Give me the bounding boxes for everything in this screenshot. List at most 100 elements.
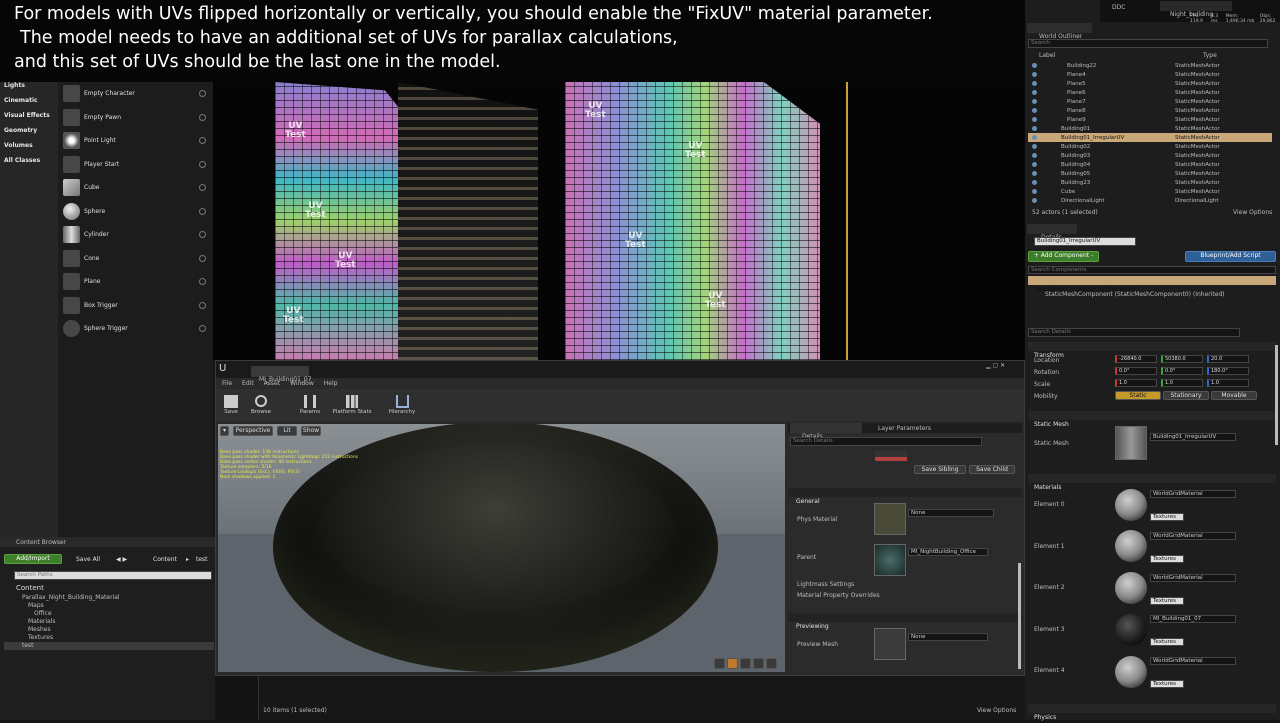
blueprint-add-script-button[interactable]: Blueprint/Add Script (1185, 251, 1276, 262)
scale-z[interactable]: 1.0 (1207, 379, 1249, 387)
add-component-button[interactable]: + Add Component - (1028, 251, 1099, 262)
menu-file[interactable]: File (222, 380, 232, 387)
component-row[interactable]: StaticMeshComponent (StaticMeshComponent… (1045, 291, 1225, 298)
eye-icon[interactable] (1032, 90, 1037, 95)
eye-icon[interactable] (1032, 180, 1037, 185)
show-button[interactable]: Show (301, 426, 321, 436)
eye-icon[interactable] (1032, 72, 1037, 77)
element-3-select[interactable]: MI_Building01_07 (1150, 615, 1236, 623)
mobility-stationary[interactable]: Stationary (1163, 391, 1209, 400)
place-item[interactable]: Box Trigger (58, 294, 213, 318)
outliner-search[interactable]: Search (1028, 39, 1268, 48)
scale-x[interactable]: 1.0 (1115, 379, 1157, 387)
info-icon[interactable] (199, 254, 206, 262)
element-4-textures[interactable]: Textures (1150, 680, 1184, 688)
outliner-row[interactable]: Building02 StaticMeshActor (1028, 142, 1272, 151)
search-details-input[interactable]: Search Details (1028, 328, 1240, 337)
browse-button[interactable]: Browse (246, 395, 276, 415)
place-item[interactable]: Sphere Trigger (58, 317, 213, 341)
element-0-select[interactable]: WorldGridMaterial (1150, 490, 1236, 498)
eye-icon[interactable] (1032, 81, 1037, 86)
category-visual-effects[interactable]: Visual Effects (0, 112, 58, 127)
phys-material-select[interactable]: None (908, 509, 994, 517)
element-1-select[interactable]: WorldGridMaterial (1150, 532, 1236, 540)
place-item[interactable]: Plane (58, 270, 213, 294)
details-scrollbar[interactable] (1018, 563, 1021, 669)
search-details-input[interactable]: Search Details (790, 437, 982, 446)
col-label[interactable]: Label (1039, 52, 1055, 59)
preview-viewport[interactable]: ▾ Perspective Lit Show Base pass shader:… (218, 424, 785, 672)
outliner-row[interactable]: Building22 StaticMeshActor (1028, 61, 1272, 70)
save-child-button[interactable]: Save Child (969, 465, 1015, 474)
static-mesh-section[interactable]: Static Mesh (1028, 421, 1069, 428)
viewport-menu-button[interactable]: ▾ (220, 426, 229, 436)
tree-item[interactable]: Content (4, 584, 214, 594)
outliner-row[interactable]: Building03 StaticMeshActor (1028, 151, 1272, 160)
mobility-movable[interactable]: Movable (1211, 391, 1257, 400)
content-browser-tab[interactable]: Content Browser (16, 539, 66, 546)
tab-layer-parameters[interactable]: Layer Parameters (878, 425, 931, 432)
info-icon[interactable] (199, 113, 206, 121)
info-icon[interactable] (199, 137, 206, 144)
back-forward-arrows[interactable]: ◀ ▶ (116, 556, 127, 563)
outliner-row[interactable]: Plane7 StaticMeshActor (1028, 97, 1272, 106)
eye-icon[interactable] (1032, 162, 1037, 167)
save-sibling-button[interactable]: Save Sibling (914, 465, 966, 474)
cylinder-preview-icon[interactable] (714, 658, 725, 669)
outliner-row[interactable]: Building01 StaticMeshActor (1028, 124, 1272, 133)
category-lights[interactable]: Lights (0, 82, 58, 97)
info-icon[interactable] (199, 278, 206, 285)
details-scrollbar[interactable] (1275, 345, 1278, 445)
info-icon[interactable] (199, 325, 206, 332)
col-type[interactable]: Type (1203, 52, 1217, 59)
category-geometry[interactable]: Geometry (0, 127, 58, 142)
eye-icon[interactable] (1032, 153, 1037, 158)
sphere-preview-icon[interactable] (727, 658, 738, 669)
info-icon[interactable] (199, 231, 206, 238)
info-icon[interactable] (199, 184, 206, 191)
location-y[interactable]: 50380.0 (1161, 355, 1203, 363)
tree-item[interactable]: Parallax_Night_Building_Material (4, 594, 214, 602)
eye-icon[interactable] (1032, 189, 1037, 194)
element-2-textures[interactable]: Textures (1150, 597, 1184, 605)
info-icon[interactable] (199, 160, 206, 168)
rotation-z[interactable]: 180.0° (1207, 367, 1249, 375)
info-icon[interactable] (199, 90, 206, 97)
cube-preview-icon[interactable] (753, 658, 764, 669)
instance-row[interactable]: Building01_IrregularUV(Instance) (1028, 276, 1276, 293)
tree-item[interactable]: Maps (4, 602, 214, 610)
window-controls[interactable]: ▁ ▢ ✕ (986, 362, 1005, 369)
outliner-row[interactable]: Plane5 StaticMeshActor (1028, 79, 1272, 88)
teapot-preview-icon[interactable] (766, 658, 777, 669)
eye-icon[interactable] (1032, 144, 1037, 149)
search-components-input[interactable]: Search Components (1028, 266, 1276, 274)
category-cinematic[interactable]: Cinematic (0, 97, 58, 112)
search-paths-input[interactable]: Search Paths (14, 571, 212, 580)
place-item[interactable]: Cube (58, 176, 213, 200)
save-button[interactable]: Save (216, 395, 246, 415)
tree-item[interactable]: Office (4, 610, 214, 618)
mobility-static[interactable]: Static (1115, 391, 1161, 400)
static-mesh-select[interactable]: Building01_IrregularUV (1150, 433, 1236, 441)
tab-details[interactable]: Details (790, 423, 862, 440)
menu-asset[interactable]: Asset (264, 380, 280, 387)
level-tab[interactable]: Night_building (1160, 1, 1232, 18)
perspective-button[interactable]: Perspective (233, 426, 273, 436)
scale-y[interactable]: 1.0 (1161, 379, 1203, 387)
tree-item[interactable]: Materials (4, 618, 214, 626)
category-volumes[interactable]: Volumes (0, 142, 58, 157)
outliner-row[interactable]: Plane9 StaticMeshActor (1028, 115, 1272, 124)
hierarchy-button[interactable]: Hierarchy (382, 395, 422, 415)
element-1-textures[interactable]: Textures (1150, 555, 1184, 563)
place-item[interactable]: Empty Pawn (58, 106, 213, 130)
outliner-row[interactable]: Building04 StaticMeshActor (1028, 160, 1272, 169)
outliner-row[interactable]: Cube StaticMeshActor (1028, 187, 1272, 196)
menu-help[interactable]: Help (324, 380, 338, 387)
element-0-textures[interactable]: Textures (1150, 513, 1184, 521)
location-x[interactable]: -26840.0 (1115, 355, 1157, 363)
element-4-select[interactable]: WorldGridMaterial (1150, 657, 1236, 665)
place-item[interactable]: Player Start (58, 153, 213, 177)
level-viewport[interactable]: UV Test UV Test UV Test UV Test UV Test UV Tes… (213, 82, 1025, 360)
preview-mesh-select[interactable]: None (908, 633, 988, 641)
editor-tab[interactable]: MI_Building01_07 (251, 366, 312, 383)
